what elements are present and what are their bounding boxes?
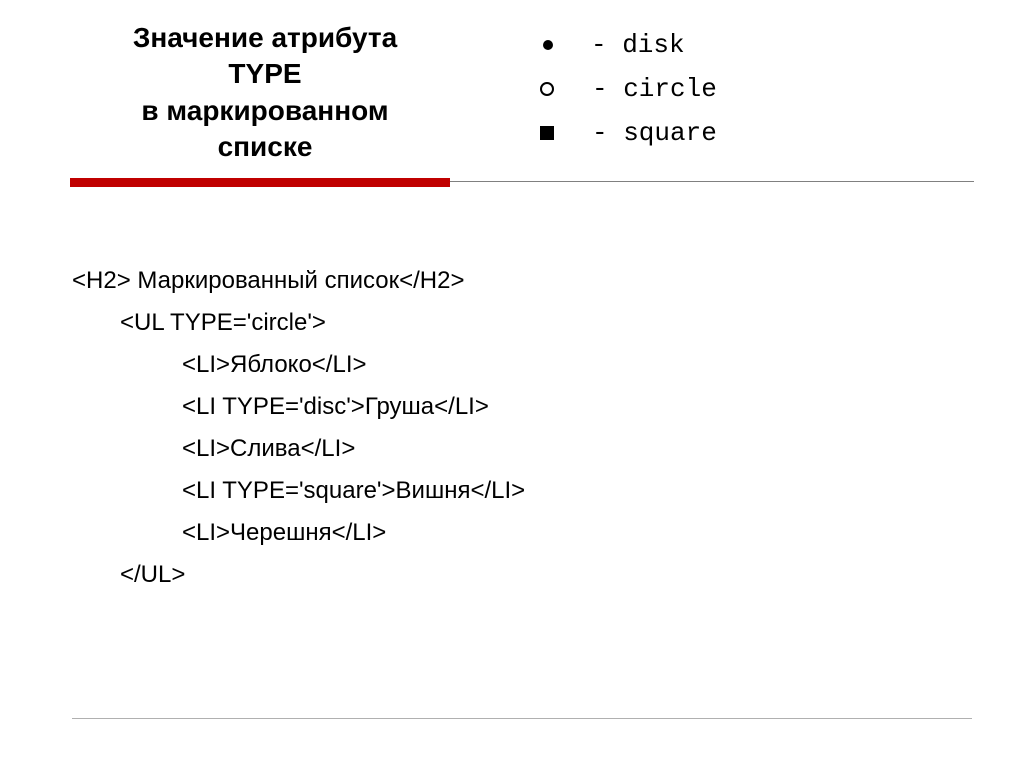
code-line: <LI TYPE='disc'>Груша</LI> xyxy=(72,386,1024,428)
code-example: <H2> Маркированный список</H2> <UL TYPE=… xyxy=(0,190,1024,596)
code-line: <H2> Маркированный список</H2> xyxy=(72,260,1024,302)
header-section: Значение атрибута TYPE в маркированном с… xyxy=(0,0,1024,166)
code-line: <LI TYPE='square'>Вишня</LI> xyxy=(72,470,1024,512)
slide-title: Значение атрибута TYPE в маркированном с… xyxy=(50,20,480,166)
code-line: <LI>Яблоко</LI> xyxy=(72,344,1024,386)
title-line: списке xyxy=(50,129,480,165)
square-bullet-icon xyxy=(540,126,554,140)
legend-label: - circle xyxy=(592,74,717,104)
title-line: в маркированном xyxy=(50,93,480,129)
legend-row-circle: - circle xyxy=(540,74,974,104)
legend-label: - square xyxy=(592,118,717,148)
code-line: <UL TYPE='circle'> xyxy=(72,302,1024,344)
title-line: TYPE xyxy=(50,56,480,92)
legend-label: - disk xyxy=(591,30,685,60)
divider-red-bar xyxy=(70,178,450,187)
code-line: <LI>Черешня</LI> xyxy=(72,512,1024,554)
legend-row-square: - square xyxy=(540,118,974,148)
title-divider xyxy=(0,178,1024,190)
footer-line xyxy=(72,718,972,719)
disc-bullet-icon xyxy=(543,40,553,50)
code-line: </UL> xyxy=(72,554,1024,596)
circle-bullet-icon xyxy=(540,82,554,96)
bullet-legend: - disk - circle - square xyxy=(480,20,974,166)
legend-row-disk: - disk xyxy=(540,30,974,60)
code-line: <LI>Слива</LI> xyxy=(72,428,1024,470)
title-line: Значение атрибута xyxy=(50,20,480,56)
